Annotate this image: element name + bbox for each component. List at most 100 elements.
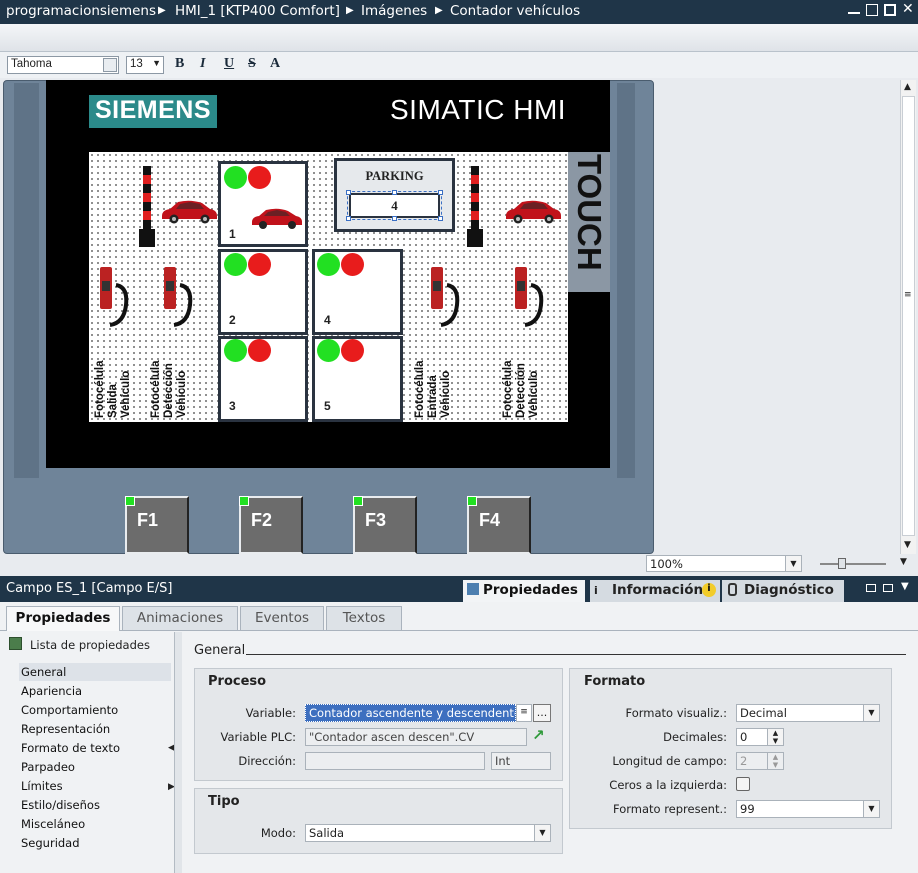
breadcrumb-device[interactable]: HMI_1 [KTP400 Comfort] <box>175 3 340 19</box>
selection-handle[interactable] <box>438 190 443 195</box>
mode-value: Salida <box>309 826 345 840</box>
zoom-slider-thumb[interactable] <box>838 558 846 569</box>
zoom-icon[interactable]: ▼ <box>900 557 907 567</box>
nav-seguridad[interactable]: Seguridad <box>21 836 80 850</box>
decimals-stepper[interactable]: 0 ▲ ▼ <box>736 728 784 746</box>
tab-label: Propiedades <box>483 582 578 598</box>
function-key-f2[interactable]: F2 <box>239 496 303 554</box>
key-led <box>125 496 135 506</box>
editor-toolbar-top <box>0 24 918 52</box>
representation-format-select[interactable]: 99 ▼ <box>736 800 880 818</box>
minimize-icon[interactable] <box>848 12 860 14</box>
italic-button[interactable]: I <box>200 56 205 74</box>
selection-handle[interactable] <box>438 216 443 221</box>
tab-diagnostico-header[interactable]: Diagnóstico <box>722 580 844 602</box>
chevron-right-icon: ▶ <box>346 5 354 16</box>
scroll-up-icon[interactable]: ▲ <box>904 82 911 92</box>
nav-apariencia[interactable]: Apariencia <box>21 684 82 698</box>
nav-comportamiento[interactable]: Comportamiento <box>21 703 118 717</box>
entry-barrier[interactable] <box>471 166 479 230</box>
inspector-header: Campo ES_1 [Campo E/S] Propiedades i Info… <box>0 576 918 602</box>
variable-field[interactable]: Contador ascendente y descendente <box>305 704 516 722</box>
collapse-icon[interactable]: ▼ <box>901 581 909 592</box>
tab-propiedades-header[interactable]: Propiedades <box>463 580 585 602</box>
browse-button[interactable]: ... <box>533 704 551 722</box>
tag-list-icon[interactable]: ≡ <box>516 704 532 722</box>
splitter[interactable] <box>174 632 182 873</box>
selection-handle[interactable] <box>346 190 351 195</box>
breadcrumb-images[interactable]: Imágenes <box>361 3 427 19</box>
barrier-base <box>139 229 155 247</box>
zoom-slider-track[interactable] <box>820 563 886 565</box>
tab-textos[interactable]: Textos <box>326 606 402 630</box>
display-format-label: Formato visualiz.: <box>625 706 727 720</box>
zoom-select[interactable]: 100% ▼ <box>646 555 802 572</box>
maximize-icon[interactable] <box>884 4 896 16</box>
zoom-bar: 100% ▼ ▼ <box>0 554 918 574</box>
underline-button[interactable]: U <box>224 56 234 74</box>
key-led <box>353 496 363 506</box>
bold-button[interactable]: B <box>175 56 184 74</box>
function-key-f3[interactable]: F3 <box>353 496 417 554</box>
vertical-scrollbar[interactable]: ▲ ≡ ▼ <box>900 80 916 554</box>
function-key-f1[interactable]: F1 <box>125 496 189 554</box>
strikethrough-button[interactable]: S <box>248 56 256 74</box>
key-label: F1 <box>137 510 159 530</box>
function-key-f4[interactable]: F4 <box>467 496 531 554</box>
breadcrumb-project[interactable]: programacionsiemens <box>6 3 156 19</box>
tab-propiedades[interactable]: Propiedades <box>6 606 120 631</box>
scroll-down-icon[interactable]: ▼ <box>904 540 911 550</box>
variable-label: Variable: <box>245 706 296 720</box>
selection-handle[interactable] <box>346 216 351 221</box>
simatic-hmi-label: SIMATIC HMI <box>390 94 567 125</box>
exit-barrier[interactable] <box>143 166 151 230</box>
display-format-value: Decimal <box>740 706 787 720</box>
chevron-right-icon: ▶ <box>158 5 166 16</box>
tab-eventos[interactable]: Eventos <box>240 606 324 630</box>
tab-informacion-header[interactable]: i Información i <box>590 580 720 602</box>
nav-general[interactable]: General <box>21 665 66 679</box>
stepper-arrows-icon[interactable]: ▲ ▼ <box>767 729 783 745</box>
tab-animaciones[interactable]: Animaciones <box>122 606 238 630</box>
space-number: 1 <box>229 227 236 241</box>
scroll-thumb[interactable] <box>902 96 915 536</box>
space-occupied-led <box>341 253 364 276</box>
space-number: 5 <box>324 399 331 413</box>
font-list-icon[interactable] <box>103 58 117 72</box>
dock-icon[interactable] <box>883 584 893 592</box>
goto-plc-icon[interactable]: ↗ <box>532 726 545 744</box>
close-icon[interactable]: ✕ <box>902 1 914 17</box>
superscript-button[interactable]: A <box>270 56 280 74</box>
data-type-field: Int <box>491 752 551 770</box>
touch-strip: TOUCH <box>568 152 610 292</box>
tipo-group <box>194 788 563 854</box>
nav-miscelaneo[interactable]: Misceláneo <box>21 817 85 831</box>
device-bezel-left <box>14 83 39 478</box>
nav-parpadeo[interactable]: Parpadeo <box>21 760 75 774</box>
font-size-value: 13 <box>130 58 143 70</box>
representation-format-value: 99 <box>740 802 755 816</box>
float-icon[interactable] <box>866 584 876 592</box>
key-label: F4 <box>479 510 501 530</box>
nav-limites[interactable]: Límites <box>21 779 63 793</box>
format-toolbar: Tahoma 13▼ B I U S A ↑ ▼ A ▼ ✎ ▼ ✏ ▼ ▼ ▼… <box>0 52 918 126</box>
nav-representacion[interactable]: Representación <box>21 722 110 736</box>
leading-zeros-checkbox[interactable] <box>736 777 750 791</box>
font-size-select[interactable]: 13 ▼ <box>126 56 164 74</box>
display-format-select[interactable]: Decimal ▼ <box>736 704 880 722</box>
nav-formato-texto[interactable]: Formato de texto <box>21 741 120 755</box>
selection-handle[interactable] <box>392 190 397 195</box>
breadcrumb-screen[interactable]: Contador vehículos <box>450 3 580 19</box>
address-field <box>305 752 485 770</box>
font-family-select[interactable]: Tahoma <box>7 56 119 74</box>
parking-count-io-field[interactable]: 4 <box>347 191 442 220</box>
nav-estilo[interactable]: Estilo/diseños <box>21 798 100 812</box>
restore-icon[interactable] <box>866 4 878 16</box>
space-occupied-led <box>248 339 271 362</box>
car-icon <box>252 208 302 229</box>
key-led <box>239 496 249 506</box>
device-bezel-right <box>617 83 635 478</box>
selection-handle[interactable] <box>392 216 397 221</box>
space-number: 2 <box>229 313 236 327</box>
mode-select[interactable]: Salida ▼ <box>305 824 551 842</box>
